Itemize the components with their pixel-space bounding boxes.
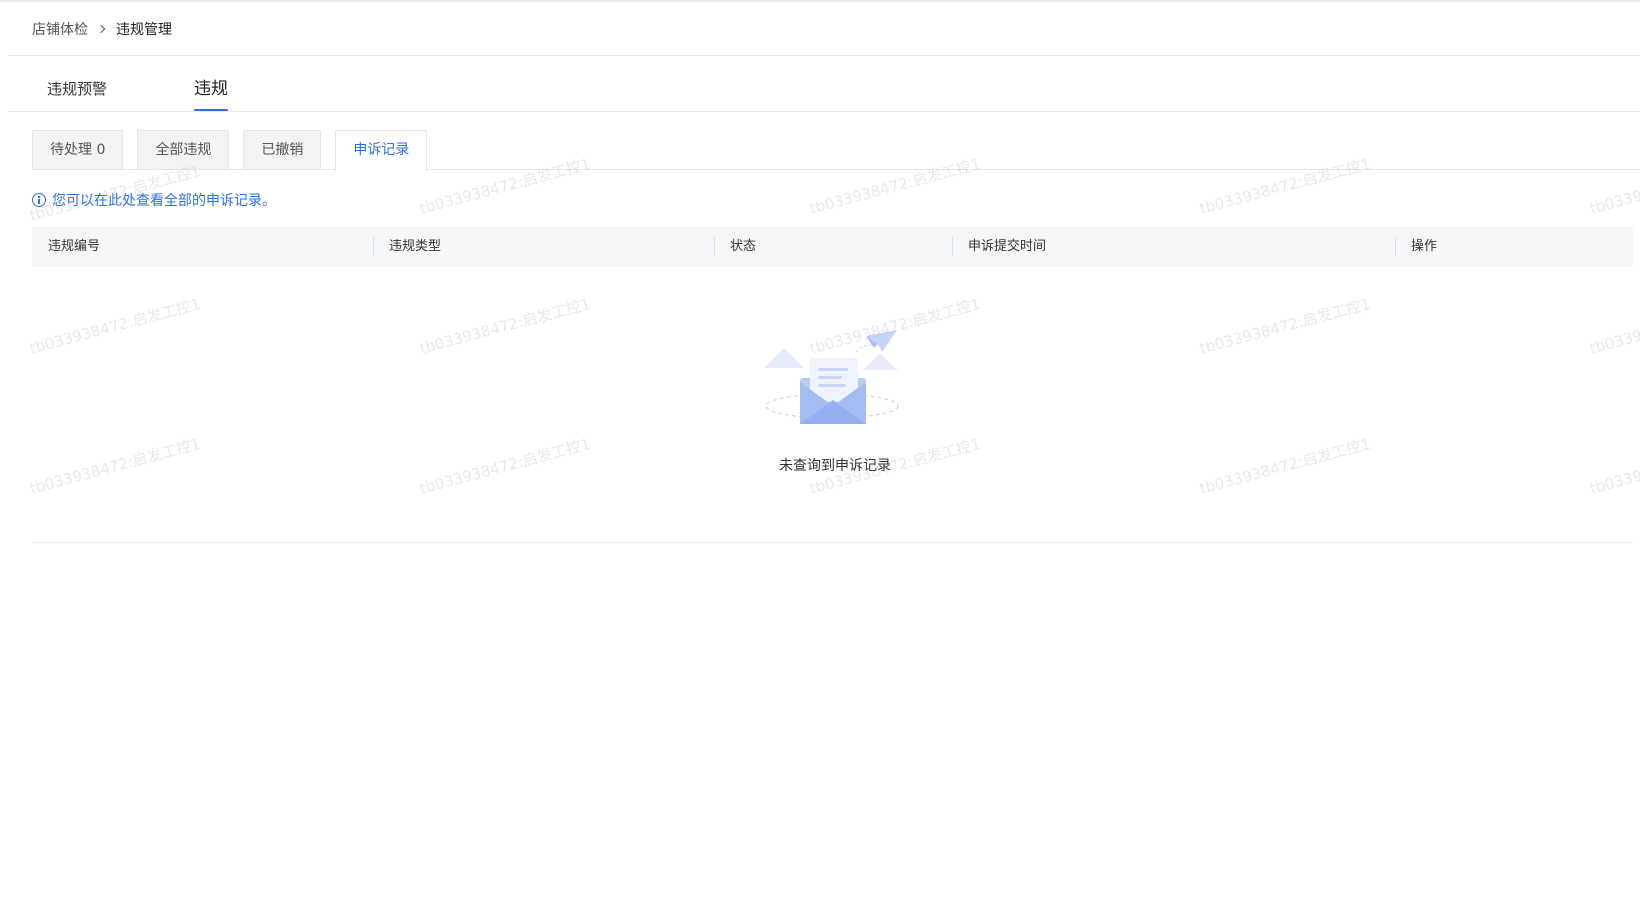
subtab-pending[interactable]: 待处理 0 bbox=[32, 130, 124, 170]
subtab-appeal-records[interactable]: 申诉记录 bbox=[335, 130, 428, 171]
tab-violation-warning[interactable]: 违规预警 bbox=[47, 76, 194, 112]
column-header-violation-type: 违规类型 bbox=[373, 227, 714, 267]
breadcrumb-divider bbox=[8, 55, 1640, 56]
notice-text: 您可以在此处查看全部的申诉记录。 bbox=[52, 193, 276, 209]
breadcrumb: 店铺体检 违规管理 bbox=[32, 18, 172, 40]
watermark: tb033938472:启发工控1 bbox=[417, 434, 593, 498]
subtab-all-violations[interactable]: 全部违规 bbox=[137, 130, 230, 170]
subtab-revoked[interactable]: 已撤销 bbox=[243, 130, 322, 170]
watermark: tb033938472:启发工控1 bbox=[1587, 154, 1640, 218]
watermark: tb033938472:启发工控1 bbox=[417, 154, 593, 218]
sub-tabs-divider bbox=[32, 169, 1640, 170]
top-border bbox=[0, 0, 1640, 2]
column-header-actions: 操作 bbox=[1395, 227, 1633, 267]
column-header-appeal-time: 申诉提交时间 bbox=[952, 227, 1395, 267]
table-bottom-border bbox=[32, 542, 1633, 543]
empty-state-text: 未查询到申诉记录 bbox=[779, 458, 891, 474]
watermark: tb033938472:启发工控1 bbox=[27, 294, 203, 358]
empty-mailbox-illustration bbox=[764, 330, 899, 424]
info-notice: 您可以在此处查看全部的申诉记录。 bbox=[32, 190, 276, 210]
main-tabs-divider bbox=[8, 111, 1640, 112]
column-header-status: 状态 bbox=[714, 227, 952, 267]
breadcrumb-parent-link[interactable]: 店铺体检 bbox=[32, 19, 88, 39]
watermark: tb033938472:启发工控1 bbox=[417, 294, 593, 358]
main-tabs: 违规预警 违规 bbox=[47, 76, 228, 112]
watermark: tb033938472:启发工控1 bbox=[1197, 154, 1373, 218]
watermark: tb033938472:启发工控1 bbox=[1587, 434, 1640, 498]
watermark: tb033938472:启发工控1 bbox=[1587, 294, 1640, 358]
chevron-right-icon bbox=[88, 18, 116, 40]
column-header-violation-id: 违规编号 bbox=[48, 239, 101, 254]
breadcrumb-current: 违规管理 bbox=[116, 22, 172, 38]
page: 店铺体检 违规管理 违规预警 违规 待处理 0 全部违规 已撤销 申诉记录 您可… bbox=[0, 0, 1640, 909]
watermark: tb033938472:启发工控1 bbox=[807, 154, 983, 218]
info-icon bbox=[32, 193, 46, 207]
watermark: tb033938472:启发工控1 bbox=[1197, 294, 1373, 358]
sub-tabs: 待处理 0 全部违规 已撤销 申诉记录 bbox=[32, 130, 441, 171]
table-header: 违规编号 违规类型 状态 申诉提交时间 操作 bbox=[32, 227, 1633, 267]
watermark: tb033938472:启发工控1 bbox=[27, 434, 203, 498]
watermark: tb033938472:启发工控1 bbox=[1197, 434, 1373, 498]
tab-violation[interactable]: 违规 bbox=[194, 76, 228, 112]
